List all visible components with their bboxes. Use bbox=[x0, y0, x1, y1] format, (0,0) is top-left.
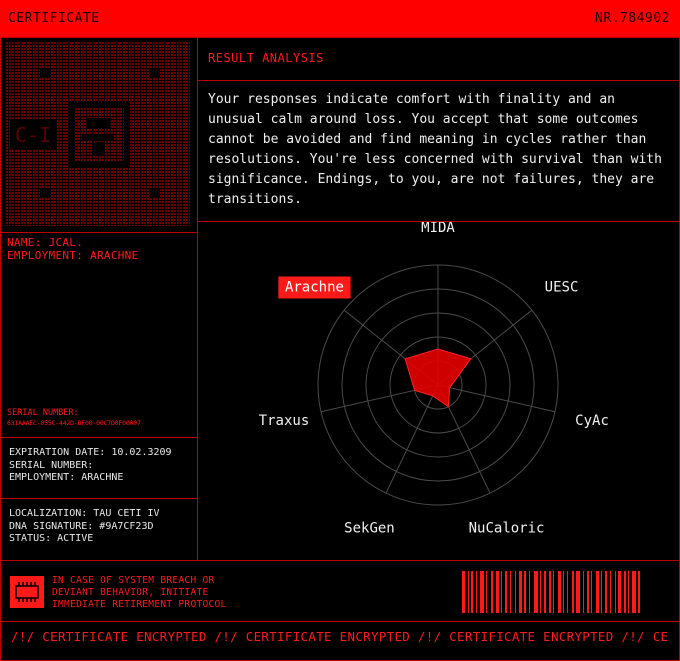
radar-label-cyac: CyAc bbox=[575, 413, 609, 429]
radar-label-sekgen: SekGen bbox=[344, 520, 395, 536]
barcode-bar bbox=[549, 571, 551, 613]
status: STATUS: ACTIVE bbox=[9, 533, 94, 544]
barcode-bar bbox=[544, 571, 546, 613]
divider bbox=[0, 560, 680, 561]
radar-label-arachne: Arachne bbox=[285, 279, 344, 295]
barcode-bar bbox=[591, 571, 592, 613]
barcode-bar bbox=[632, 571, 636, 613]
barcode-bar bbox=[567, 571, 568, 613]
barcode-bar bbox=[524, 571, 526, 613]
barcode-bar bbox=[519, 571, 522, 613]
barcode-bar bbox=[618, 571, 621, 613]
analysis-title: RESULT ANALYSIS bbox=[208, 51, 324, 65]
employment-detail: EMPLOYMENT: ARACHNE bbox=[9, 472, 124, 483]
barcode-bar bbox=[572, 571, 574, 613]
employment-line: EMPLOYMENT: ARACHNE bbox=[7, 249, 139, 262]
barcode-bar bbox=[610, 571, 611, 613]
barcode-bar bbox=[486, 571, 487, 613]
serial-label: SERIAL NUMBER: bbox=[7, 408, 79, 418]
barcode-bar bbox=[491, 571, 493, 613]
barcode-bar bbox=[553, 571, 554, 613]
barcode-bar bbox=[501, 571, 502, 613]
barcode-bar bbox=[471, 571, 473, 613]
barcode-bar bbox=[601, 571, 602, 613]
barcode-bar bbox=[558, 571, 561, 613]
barcode-bar bbox=[628, 571, 629, 613]
identity-block: NAME: JCAL. EMPLOYMENT: ARACHNE bbox=[7, 236, 139, 262]
header-bar: CERTIFICATE NR.784902 bbox=[0, 0, 680, 37]
footer-banner: /!/ CERTIFICATE ENCRYPTED /!/ CERTIFICAT… bbox=[11, 629, 669, 644]
serial-value: 631AAAEC-055C-442D-BF00-00C7D0F00007 bbox=[7, 419, 141, 427]
barcode-bar bbox=[476, 571, 477, 613]
barcode-bar bbox=[576, 571, 580, 613]
certificate-number: NR.784902 bbox=[595, 11, 670, 26]
serial-number-label: SERIAL NUMBER: bbox=[9, 459, 94, 471]
dna-signature: DNA SIGNATURE: #9A7CF23D bbox=[9, 520, 154, 532]
radar-label-uesc: UESC bbox=[545, 279, 579, 295]
localization: LOCALIZATION: TAU CETI IV bbox=[9, 508, 160, 519]
radar-label-nucaloric: NuCaloric bbox=[469, 520, 545, 536]
serial-block: SERIAL NUMBER: 631AAAEC-055C-442D-BF00-0… bbox=[7, 408, 141, 428]
expiration-date: EXPIRATION DATE: 10.02.3209 bbox=[9, 447, 172, 458]
barcode-bar bbox=[515, 571, 516, 613]
barcode-bar bbox=[605, 571, 607, 613]
certificate-title: CERTIFICATE bbox=[8, 11, 100, 26]
name-line: NAME: JCAL. bbox=[7, 236, 84, 249]
details-block: EXPIRATION DATE: 10.02.3209 SERIAL NUMBE… bbox=[9, 447, 172, 485]
barcode-bar bbox=[480, 571, 484, 613]
barcode-bar bbox=[534, 571, 538, 613]
radar-label-traxus: Traxus bbox=[259, 413, 310, 429]
warning-line: IN CASE OF SYSTEM BREACH OR bbox=[52, 575, 215, 586]
barcode-bar bbox=[462, 571, 465, 613]
divider bbox=[0, 437, 198, 438]
analysis-text: Your responses indicate comfort with fin… bbox=[208, 92, 662, 207]
barcode-bar bbox=[615, 571, 616, 613]
barcode-bar bbox=[624, 571, 626, 613]
barcode bbox=[462, 571, 640, 613]
barcode-bar bbox=[587, 571, 589, 613]
barcode-bar bbox=[496, 571, 499, 613]
divider bbox=[0, 621, 680, 622]
barcode-bar bbox=[638, 571, 640, 613]
divider bbox=[198, 80, 680, 81]
radar-label-mida: MIDA bbox=[421, 222, 455, 236]
barcode-bar bbox=[468, 571, 469, 613]
barcode-bar bbox=[583, 571, 584, 613]
barcode-bar bbox=[596, 571, 599, 613]
warning-chip-icon bbox=[10, 576, 44, 608]
barcode-bar bbox=[505, 571, 507, 613]
avatar: C-I bbox=[6, 42, 190, 226]
divider bbox=[0, 498, 198, 499]
barcode-bar bbox=[540, 571, 541, 613]
svg-text:C-I: C-I bbox=[15, 123, 51, 147]
radar-chart: MIDA UESC CyAc NuCaloric SekGen Traxus Arachne bbox=[259, 222, 609, 536]
barcode-bar bbox=[510, 571, 511, 613]
barcode-bar bbox=[563, 571, 564, 613]
barcode-bar bbox=[529, 571, 530, 613]
radar-spoke bbox=[437, 384, 556, 413]
location-block: LOCALIZATION: TAU CETI IV DNA SIGNATURE:… bbox=[9, 508, 160, 546]
warning-line: IMMEDIATE RETIREMENT PROTOCOL bbox=[52, 599, 227, 610]
warning-line: DEVIANT BEHAVIOR, INITIATE bbox=[52, 587, 209, 598]
warning-text: IN CASE OF SYSTEM BREACH OR DEVIANT BEHA… bbox=[52, 575, 227, 611]
divider bbox=[0, 232, 198, 233]
